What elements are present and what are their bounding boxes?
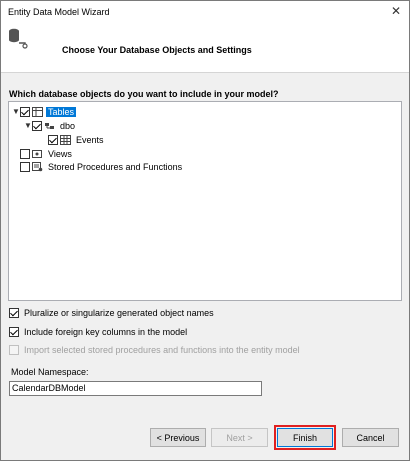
tree-label-views: Views: [48, 148, 72, 159]
dbo-checkbox[interactable]: [32, 120, 42, 131]
tree-node-dbo[interactable]: ▼ dbo: [24, 119, 77, 132]
database-connection-icon: [9, 28, 28, 49]
model-namespace-input[interactable]: CalendarDBModel: [9, 381, 262, 396]
tree-label-events: Events: [76, 134, 104, 145]
page-title: Choose Your Database Objects and Setting…: [62, 45, 252, 55]
foreign-keys-label: Include foreign key columns in the model: [24, 327, 188, 337]
wizard-header: Choose Your Database Objects and Setting…: [1, 23, 409, 73]
close-icon[interactable]: ✕: [391, 4, 401, 18]
views-checkbox[interactable]: [20, 148, 30, 159]
chevron-down-icon[interactable]: ▼: [24, 121, 32, 131]
table-grid-icon: [60, 134, 71, 145]
tree-label-stored-procedures: Stored Procedures and Functions: [48, 161, 183, 172]
title-bar: Entity Data Model Wizard ✕: [1, 1, 409, 23]
foreign-keys-option[interactable]: Include foreign key columns in the model: [9, 327, 187, 337]
model-namespace-label: Model Namespace:: [11, 367, 89, 377]
finish-button[interactable]: Finish: [277, 428, 333, 447]
database-objects-tree[interactable]: ▼ Tables ▼ dbo Events Views Stored Proce…: [8, 101, 402, 301]
tables-checkbox[interactable]: [20, 106, 30, 117]
tree-node-tables[interactable]: ▼ Tables: [12, 105, 77, 118]
pluralize-option[interactable]: Pluralize or singularize generated objec…: [9, 308, 214, 318]
tree-label-tables: Tables: [46, 106, 77, 117]
tree-node-stored-procedures[interactable]: Stored Procedures and Functions: [20, 160, 184, 173]
stored-procedures-checkbox[interactable]: [20, 161, 30, 172]
next-button: Next >: [211, 428, 268, 447]
pluralize-checkbox[interactable]: [9, 308, 19, 318]
objects-question-label: Which database objects do you want to in…: [9, 89, 279, 99]
tree-label-dbo: dbo: [60, 120, 76, 131]
stored-procedure-icon: [32, 161, 43, 171]
import-sprocs-label: Import selected stored procedures and fu…: [24, 345, 300, 355]
tables-icon: [32, 106, 43, 117]
events-checkbox[interactable]: [48, 134, 58, 145]
window-title: Entity Data Model Wizard: [8, 7, 110, 17]
pluralize-label: Pluralize or singularize generated objec…: [24, 308, 214, 318]
schema-icon: [45, 122, 54, 129]
chevron-down-icon[interactable]: ▼: [12, 107, 20, 117]
tree-node-views[interactable]: Views: [20, 147, 74, 160]
import-sprocs-option: Import selected stored procedures and fu…: [9, 345, 300, 355]
previous-button[interactable]: < Previous: [150, 428, 206, 447]
views-icon: [32, 149, 42, 158]
import-sprocs-checkbox: [9, 345, 19, 355]
wizard-window: Entity Data Model Wizard ✕ Choose Your D…: [0, 0, 410, 461]
foreign-keys-checkbox[interactable]: [9, 327, 19, 337]
cancel-button[interactable]: Cancel: [342, 428, 399, 447]
tree-node-events[interactable]: Events: [48, 133, 106, 146]
